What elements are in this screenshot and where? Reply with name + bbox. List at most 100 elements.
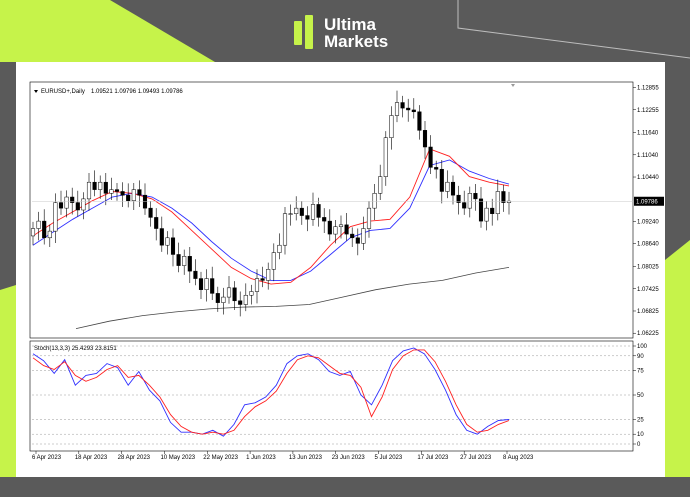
brand-line2: Markets bbox=[324, 32, 389, 51]
candle bbox=[126, 183, 131, 208]
candle bbox=[53, 193, 58, 243]
candle bbox=[288, 204, 293, 226]
candle bbox=[310, 192, 316, 226]
price-tick-label: 1.12855 bbox=[637, 86, 659, 92]
candle bbox=[81, 192, 86, 220]
candle bbox=[316, 197, 321, 227]
candle bbox=[266, 262, 271, 290]
candle bbox=[142, 183, 148, 215]
candle bbox=[154, 208, 159, 241]
candle bbox=[165, 231, 170, 255]
date-tick-label: 23 Jun 2023 bbox=[332, 455, 366, 461]
candle bbox=[422, 121, 428, 159]
candle bbox=[439, 159, 444, 204]
candle bbox=[327, 209, 332, 241]
symbol-title: EURUSD+,Daily bbox=[41, 89, 85, 95]
price-tick-label: 1.11040 bbox=[637, 153, 659, 159]
candle bbox=[277, 233, 282, 260]
date-tick-label: 5 Jul 2023 bbox=[375, 455, 403, 461]
shift-marker-icon[interactable] bbox=[511, 84, 515, 87]
stoch-title: Stoch(13,3,3) 25.4293 23.8151 bbox=[34, 346, 117, 352]
candle bbox=[182, 249, 187, 275]
date-tick-label: 17 Jul 2023 bbox=[417, 455, 449, 461]
candle bbox=[282, 207, 288, 255]
logo-bar-right bbox=[305, 15, 313, 49]
date-tick-label: 10 May 2023 bbox=[160, 455, 195, 461]
ma-mid-line bbox=[32, 159, 510, 281]
candle bbox=[193, 259, 198, 286]
candle bbox=[271, 243, 276, 282]
candle bbox=[355, 228, 360, 256]
price-axis: 1.12855 1.12255 1.11640 1.11040 1.10440 1.092… bbox=[633, 86, 659, 337]
date-tick-label: 18 Apr 2023 bbox=[75, 455, 108, 461]
current-price-tag: 1.09786 bbox=[634, 196, 664, 206]
candles bbox=[30, 90, 512, 317]
date-tick-label: 1 Jun 2023 bbox=[246, 455, 276, 461]
price-tick-label: 1.06825 bbox=[637, 309, 659, 315]
candle bbox=[98, 175, 103, 199]
candle bbox=[462, 190, 467, 215]
stoch-levels: 10090755025100 bbox=[32, 344, 648, 448]
candle bbox=[299, 201, 304, 225]
candle bbox=[490, 198, 495, 226]
price-tick-label: 1.07425 bbox=[637, 287, 659, 293]
candle bbox=[378, 164, 383, 200]
candle bbox=[428, 135, 433, 175]
candle bbox=[350, 227, 355, 248]
candle bbox=[232, 281, 237, 311]
candle bbox=[294, 196, 299, 221]
candle bbox=[506, 191, 512, 215]
trading-chart[interactable]: EURUSD+,Daily 1.09521 1.09796 1.09493 1.… bbox=[16, 62, 665, 477]
date-axis: 6 Apr 2023 18 Apr 2023 28 Apr 2023 10 May 2… bbox=[32, 451, 534, 461]
candle bbox=[36, 211, 41, 241]
candle bbox=[372, 184, 377, 221]
stoch-pane-frame bbox=[29, 340, 634, 452]
candle bbox=[322, 208, 327, 233]
candle bbox=[176, 242, 181, 273]
candle bbox=[187, 247, 192, 284]
candle bbox=[249, 284, 254, 305]
candle bbox=[221, 287, 226, 315]
candle bbox=[406, 98, 411, 122]
ohlc-values: 1.09521 1.09796 1.09493 1.09786 bbox=[91, 89, 183, 95]
candle bbox=[47, 224, 52, 248]
candle bbox=[450, 175, 456, 205]
stoch-tick-label: 100 bbox=[637, 344, 648, 350]
price-tick-label: 1.12255 bbox=[637, 108, 659, 114]
candle bbox=[484, 201, 489, 231]
candle bbox=[120, 182, 125, 208]
candle bbox=[148, 201, 153, 227]
stoch-lines bbox=[32, 347, 510, 437]
candle bbox=[75, 190, 80, 217]
candle bbox=[64, 190, 69, 218]
candle bbox=[86, 172, 92, 211]
chart-card: EURUSD+,Daily 1.09521 1.09796 1.09493 1.… bbox=[16, 62, 665, 477]
bottom-right-accent-shape bbox=[665, 240, 690, 477]
price-tick-label: 1.11640 bbox=[637, 131, 659, 137]
candle bbox=[92, 170, 97, 197]
price-tick-label: 1.10440 bbox=[637, 175, 659, 181]
ultima-logo-icon bbox=[294, 15, 313, 49]
candle bbox=[400, 95, 405, 118]
candle bbox=[501, 184, 506, 212]
candle bbox=[478, 187, 484, 228]
stoch-tick-label: 0 bbox=[637, 442, 641, 448]
logo-bar-left bbox=[294, 21, 302, 45]
symbol-dropdown-icon[interactable] bbox=[34, 90, 38, 93]
candle bbox=[131, 182, 136, 210]
brand-wordmark: Ultima Markets bbox=[324, 16, 388, 50]
candle bbox=[445, 170, 450, 199]
brand-line1: Ultima bbox=[324, 15, 376, 34]
candle bbox=[338, 215, 344, 239]
candle bbox=[30, 221, 36, 246]
date-tick-label: 27 Jul 2023 bbox=[460, 455, 492, 461]
current-price-label: 1.09786 bbox=[636, 199, 658, 205]
stoch-tick-label: 10 bbox=[637, 432, 644, 438]
candle bbox=[467, 186, 472, 218]
candle bbox=[383, 131, 388, 186]
candle bbox=[170, 228, 176, 267]
candle bbox=[226, 275, 232, 304]
candle bbox=[389, 106, 394, 150]
candle bbox=[361, 216, 366, 251]
date-tick-label: 13 Jun 2023 bbox=[289, 455, 323, 461]
